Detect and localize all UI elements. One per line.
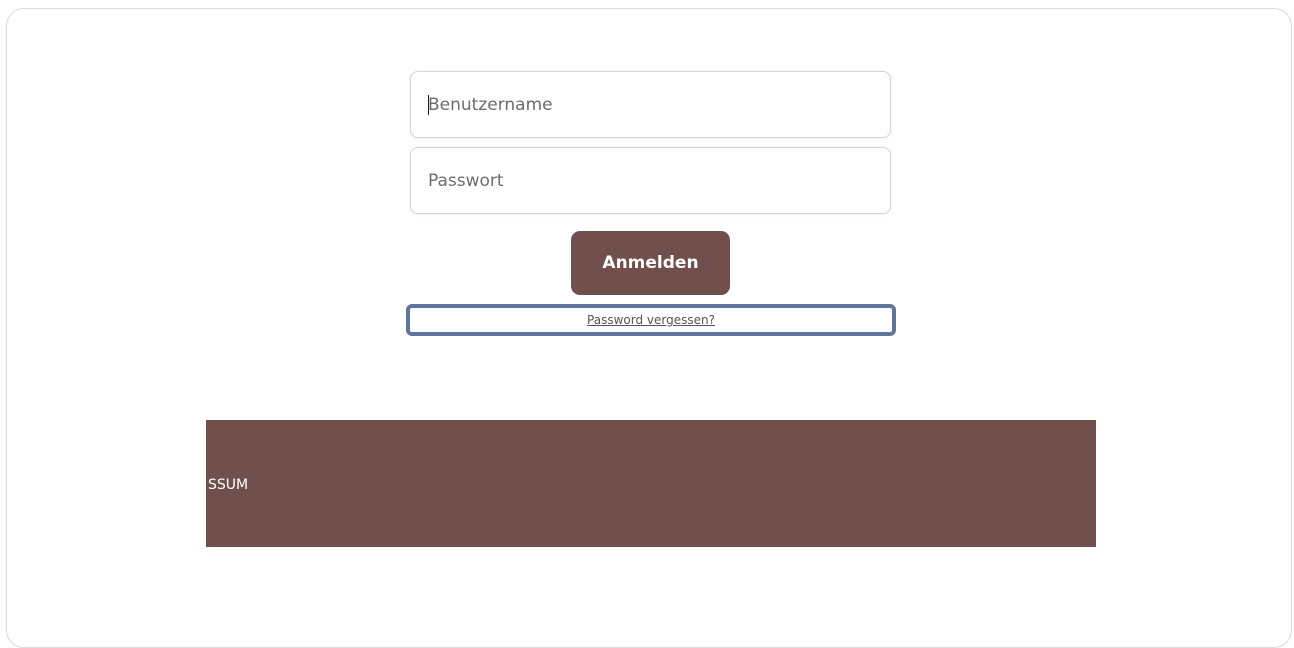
footer-text: SSUM [208,477,249,493]
forgot-password-link[interactable]: Password vergessen? [587,313,715,327]
forgot-password-highlight: Password vergessen? [406,304,896,336]
username-field[interactable] [410,71,891,138]
text-cursor [428,95,429,115]
password-input[interactable] [411,148,890,213]
login-button[interactable]: Anmelden [571,231,730,295]
footer-band: SSUM [206,420,1096,547]
username-input[interactable] [411,72,890,137]
password-field[interactable] [410,147,891,214]
